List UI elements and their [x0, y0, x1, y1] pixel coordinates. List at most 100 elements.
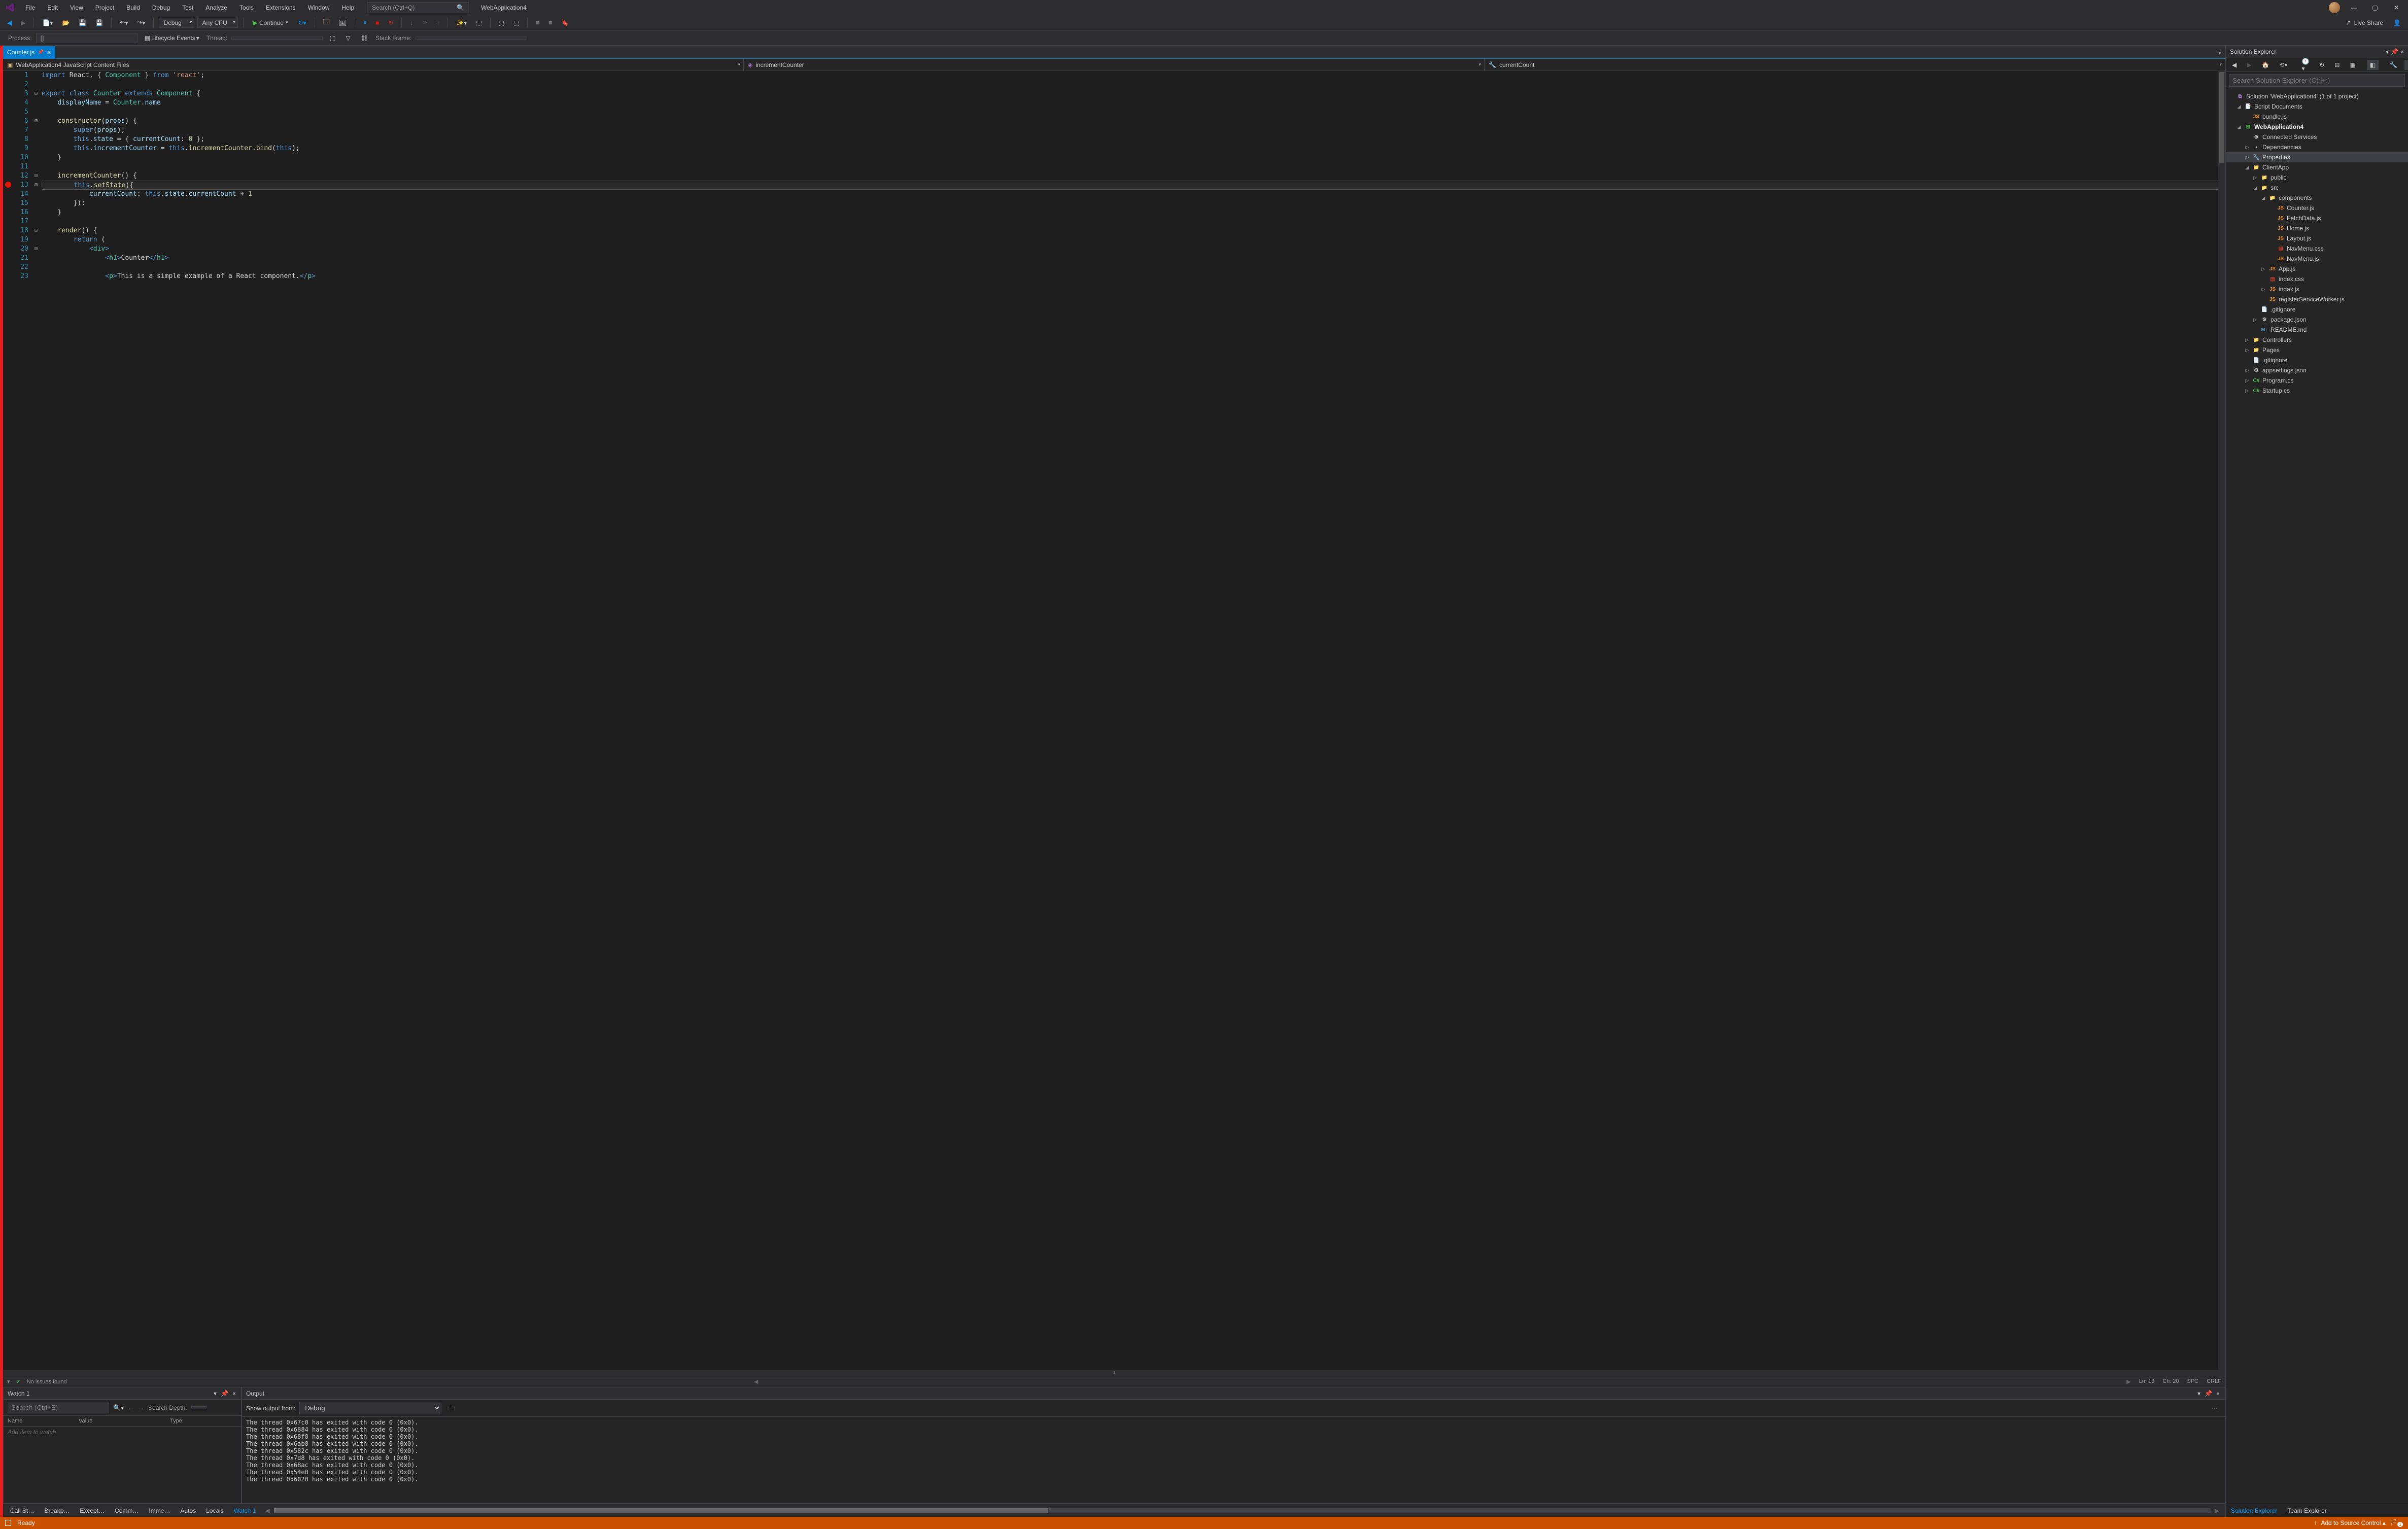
expand-icon[interactable]: ▷ [2244, 378, 2250, 384]
step-over-button[interactable]: ↷ [419, 18, 430, 28]
se-refresh-icon[interactable]: ↻ [2316, 60, 2327, 70]
watch-dropdown-icon[interactable]: ▾ [213, 1390, 218, 1397]
fold-toggle[interactable] [32, 71, 40, 80]
tree-row[interactable]: ◢⊞WebApplication4 [2226, 122, 2408, 132]
bottom-tab[interactable]: Comm… [110, 1505, 144, 1516]
fold-toggle[interactable] [32, 80, 40, 89]
depth-dropdown[interactable] [191, 1406, 207, 1409]
fold-toggle[interactable]: ⊟ [32, 226, 40, 235]
fold-toggle[interactable] [32, 126, 40, 135]
se-showall-icon[interactable]: ▦ [2347, 60, 2359, 70]
browser-link-button[interactable]: 🗔 [320, 16, 333, 29]
tree-row[interactable]: ◢📁components [2226, 193, 2408, 203]
new-button[interactable]: 📄▾ [39, 18, 56, 28]
tree-row[interactable]: JSregisterServiceWorker.js [2226, 294, 2408, 304]
menu-tools[interactable]: Tools [234, 2, 259, 13]
tree-row[interactable]: ▷📁Pages [2226, 345, 2408, 355]
fold-toggle[interactable] [32, 217, 40, 226]
stop-button[interactable]: ■ [372, 18, 382, 28]
fold-toggle[interactable] [32, 190, 40, 199]
se-back[interactable]: ◀ [2229, 60, 2240, 70]
output-from-select[interactable]: Debug [299, 1402, 441, 1414]
watch-search-input[interactable] [8, 1402, 109, 1413]
tree-row[interactable]: ▷JSindex.js [2226, 284, 2408, 294]
output-close-icon[interactable]: × [2215, 1390, 2221, 1397]
file-tab-counter[interactable]: Counter.js 📌 × [3, 46, 55, 58]
fold-toggle[interactable] [32, 263, 40, 272]
tree-row[interactable]: JSCounter.js [2226, 203, 2408, 213]
fold-toggle[interactable]: ⊟ [32, 171, 40, 181]
code-editor[interactable]: 1234567891011121314151617181920212223 ⊟⊟… [3, 71, 2225, 1370]
tree-row[interactable]: ▤index.css [2226, 274, 2408, 284]
tool-4[interactable]: ⬚ [510, 18, 522, 28]
fold-toggle[interactable]: ⊟ [32, 117, 40, 126]
thread-tool-3[interactable]: ⛓ [358, 33, 371, 43]
se-tab-team[interactable]: Team Explorer [2282, 1505, 2331, 1517]
stack-dropdown[interactable] [416, 37, 527, 40]
step-into-button[interactable]: ↓ [407, 18, 416, 28]
nav-prev[interactable]: ◀ [754, 1378, 758, 1385]
pin-icon[interactable]: 📌 [38, 50, 44, 55]
bottom-tab[interactable]: Autos [175, 1505, 201, 1516]
menu-view[interactable]: View [65, 2, 88, 13]
lifecycle-button[interactable]: ▦ Lifecycle Events ▾ [142, 33, 202, 43]
tool-7[interactable]: 🔖 [558, 18, 572, 28]
se-sync-icon[interactable]: ⟲▾ [2276, 60, 2290, 70]
se-collapse-icon[interactable]: ⊟ [2332, 60, 2343, 70]
output-tool-2[interactable]: ⋯ [2209, 1403, 2221, 1413]
live-share-button[interactable]: ↗ Live Share [2342, 18, 2387, 28]
tree-row[interactable]: JSFetchData.js [2226, 213, 2408, 223]
se-properties-icon[interactable]: 🔧 [2387, 60, 2400, 70]
output-pin-icon[interactable]: 📌 [2204, 1390, 2213, 1397]
nav-member2[interactable]: 🔧 currentCount [1485, 59, 2225, 71]
minimize-button[interactable]: — [2346, 0, 2361, 15]
bottom-tab[interactable]: Imme… [144, 1505, 175, 1516]
menu-test[interactable]: Test [177, 2, 198, 13]
fold-toggle[interactable] [32, 208, 40, 217]
watch-close-icon[interactable]: × [231, 1390, 237, 1397]
scroll-left[interactable]: ◀ [265, 1507, 269, 1514]
expand-icon[interactable]: ▷ [2244, 145, 2250, 150]
tree-row[interactable]: ▷⚙package.json [2226, 315, 2408, 325]
fold-toggle[interactable] [32, 135, 40, 144]
fold-toggle[interactable] [32, 254, 40, 263]
fold-toggle[interactable] [32, 108, 40, 117]
menu-project[interactable]: Project [90, 2, 119, 13]
close-tab-icon[interactable]: × [47, 48, 51, 56]
tree-row[interactable]: 📄.gitignore [2226, 304, 2408, 315]
nav-back-button[interactable]: ◀ [4, 18, 15, 28]
tree-row[interactable]: JSNavMenu.js [2226, 254, 2408, 264]
fold-toggle[interactable] [32, 153, 40, 162]
refresh-button[interactable]: ↻▾ [295, 18, 309, 28]
save-all-button[interactable]: 💾 [92, 18, 106, 28]
menu-analyze[interactable]: Analyze [200, 2, 232, 13]
tool-3[interactable]: ⬚ [496, 18, 507, 28]
tree-row[interactable]: JSHome.js [2226, 223, 2408, 233]
thread-tool-2[interactable]: ▽ [342, 33, 353, 43]
redo-button[interactable]: ↷▾ [134, 18, 148, 28]
bottom-tab[interactable]: Locals [201, 1505, 229, 1516]
restart-button[interactable]: ↻ [385, 18, 396, 28]
expand-icon[interactable]: ▷ [2252, 317, 2258, 323]
expand-icon[interactable]: ▷ [2244, 348, 2250, 353]
se-fwd[interactable]: ▶ [2244, 60, 2254, 70]
watch-col-name[interactable]: Name [8, 1418, 79, 1424]
tree-row[interactable]: M↓README.md [2226, 325, 2408, 335]
step-out-button[interactable]: ↑ [433, 18, 442, 28]
watch-col-type[interactable]: Type [170, 1418, 237, 1424]
breakpoint-icon[interactable] [5, 182, 11, 188]
expand-icon[interactable]: ◢ [2236, 124, 2242, 130]
se-tool-1[interactable]: 🕐▾ [2299, 56, 2313, 74]
tree-row[interactable]: ◢📁ClientApp [2226, 162, 2408, 172]
open-button[interactable]: 📂 [59, 18, 73, 28]
feedback-button[interactable]: 👤 [2390, 18, 2404, 28]
fold-toggle[interactable] [32, 162, 40, 171]
tree-row[interactable]: ◢📑Script Documents [2226, 101, 2408, 112]
menu-file[interactable]: File [20, 2, 40, 13]
expand-icon[interactable]: ◢ [2252, 185, 2258, 191]
tab-overflow-button[interactable]: ▾ [2214, 47, 2225, 58]
overflow-icon[interactable]: ▾ [7, 1378, 10, 1385]
watch-col-value[interactable]: Value [79, 1418, 170, 1424]
tree-row[interactable]: ▷📁Controllers [2226, 335, 2408, 345]
config-dropdown[interactable]: Debug [159, 18, 194, 28]
